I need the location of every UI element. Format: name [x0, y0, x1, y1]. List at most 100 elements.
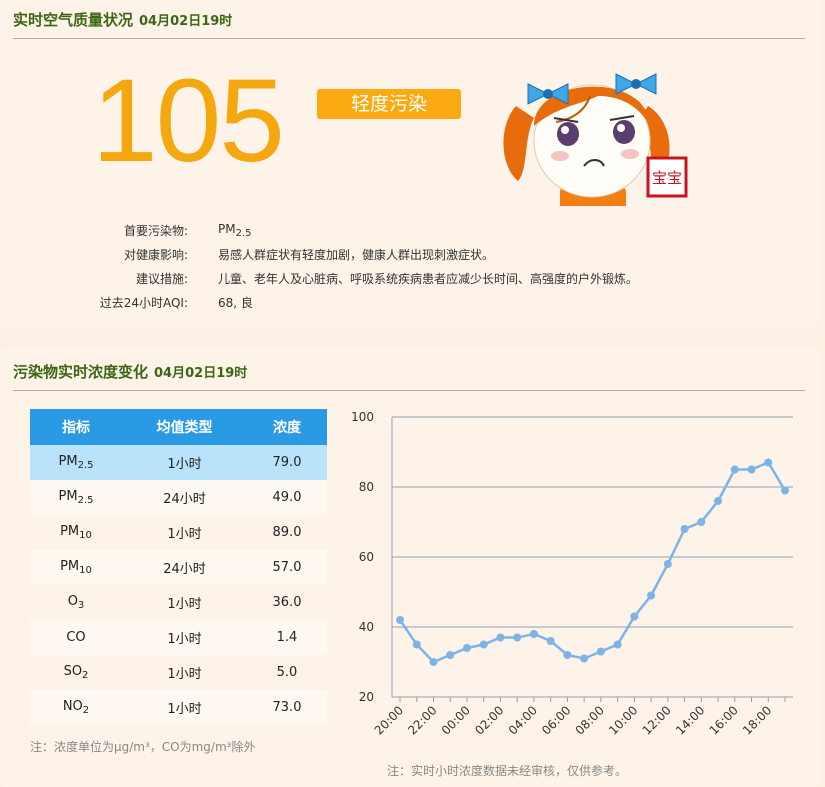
- indicator-sub: 10: [79, 565, 92, 576]
- info-value: 易感人群症状有轻度加剧，健康人群出现刺激症状。: [218, 246, 494, 263]
- table-row[interactable]: SO2 1小时 5.0: [30, 655, 327, 690]
- indicator-sub: 2: [82, 705, 90, 716]
- indicator-main: PM: [60, 524, 80, 539]
- indicator-sub: 2: [82, 670, 89, 681]
- avg-type-cell: 1小时: [122, 585, 247, 620]
- section-title: 污染物实时浓度变化 04月02日19时: [13, 361, 247, 382]
- data-point: [429, 658, 438, 666]
- concentration-cell: 36.0: [247, 585, 327, 620]
- concentration-line-chart: 20 40 60 80 100 20:00 22:00 00:00 02:00 04:00 06:0…: [351, 410, 793, 738]
- avg-type-cell: 1小时: [122, 620, 247, 655]
- data-point: [647, 591, 656, 600]
- avg-type-cell: 1小时: [122, 515, 247, 550]
- concentration-cell: 79.0: [247, 445, 327, 480]
- divider: [13, 38, 805, 39]
- data-point: [546, 637, 555, 645]
- section2-title: 污染物实时浓度变化: [13, 363, 149, 381]
- concentration-cell: 73.0: [247, 690, 327, 725]
- info-label: 建议措施:: [135, 272, 188, 286]
- info-label: 过去24小时AQI:: [99, 296, 188, 310]
- indicator-sub: 10: [79, 530, 92, 541]
- indicator-sub: 3: [77, 600, 85, 611]
- concentration-cell: 5.0: [247, 655, 327, 690]
- table-row[interactable]: O3 1小时 36.0: [30, 585, 327, 620]
- x-tick-label: 10:00: [606, 703, 640, 737]
- girl-mascot-frown-icon: 宝宝: [503, 73, 688, 206]
- info-value-main: 儿童、老年人及心脏病、呼吸系统疾病患者应减少长时间、高强度的户外锻炼。: [218, 272, 639, 286]
- data-point: [747, 465, 756, 474]
- indicator-main: CO: [66, 630, 86, 645]
- data-point: [462, 644, 471, 652]
- data-point: [446, 651, 455, 659]
- avg-type-cell: 1小时: [122, 445, 247, 480]
- table-row[interactable]: PM2.5 24小时 49.0: [30, 480, 327, 515]
- data-point: [396, 616, 404, 624]
- x-tick-label: 16:00: [707, 703, 741, 737]
- page-title: 实时空气质量状况: [13, 11, 134, 29]
- table-row[interactable]: PM10 24小时 57.0: [30, 550, 327, 585]
- data-point: [630, 612, 639, 621]
- table-row[interactable]: PM10 1小时 89.0: [30, 515, 327, 550]
- x-tick-label: 14:00: [673, 703, 707, 737]
- data-point: [596, 647, 605, 656]
- info-value: PM2.5: [218, 222, 252, 239]
- x-tick-label: 00:00: [439, 703, 473, 737]
- y-tick-label: 80: [359, 480, 374, 494]
- aqi-value: 105: [92, 55, 285, 187]
- indicator-cell: O3: [30, 585, 122, 620]
- x-tick-label: 12:00: [640, 703, 674, 737]
- data-point: [697, 518, 706, 526]
- info-value-main: PM: [218, 222, 236, 236]
- indicator-cell: SO2: [30, 655, 122, 690]
- data-point: [412, 640, 421, 649]
- avg-type-cell: 24小时: [122, 480, 247, 515]
- avg-type-cell: 1小时: [122, 655, 247, 690]
- indicator-cell: CO: [30, 620, 122, 655]
- info-value: 68, 良: [218, 294, 253, 311]
- indicator-cell: PM2.5: [30, 445, 122, 480]
- info-label: 对健康影响:: [123, 248, 188, 262]
- stamp-text: 宝宝: [652, 169, 682, 187]
- col-header-value: 浓度: [247, 409, 327, 445]
- data-point: [714, 497, 723, 505]
- concentration-cell: 49.0: [247, 480, 327, 515]
- aqi-level-badge: 轻度污染: [317, 89, 461, 119]
- indicator-main: O: [67, 594, 78, 609]
- header-datetime: 04月02日19时: [139, 14, 233, 29]
- unit-note: 注：浓度单位为μg/m³，CO为mg/m³除外: [30, 740, 256, 754]
- indicator-sub: 2.5: [77, 460, 94, 471]
- x-tick-label: 08:00: [573, 703, 607, 737]
- info-label: 首要污染物:: [123, 224, 188, 238]
- data-point: [663, 560, 672, 568]
- table-header-row: 指标 均值类型 浓度: [30, 409, 327, 445]
- pollutant-table: 指标 均值类型 浓度 PM2.5 1小时 79.0 PM2.5 24小时 49.0 PM10…: [30, 409, 327, 725]
- x-tick-label: 02:00: [472, 703, 506, 737]
- indicator-cell: PM2.5: [30, 480, 122, 515]
- data-point: [613, 640, 622, 649]
- indicator-main: NO: [62, 699, 83, 714]
- info-value-sub: 2.5: [235, 228, 252, 239]
- concentration-cell: 1.4: [247, 620, 327, 655]
- table-row[interactable]: NO2 1小时 73.0: [30, 690, 327, 725]
- concentration-cell: 57.0: [247, 550, 327, 585]
- series-line: [398, 460, 787, 664]
- data-point: [764, 458, 773, 467]
- col-header-type: 均值类型: [122, 409, 247, 445]
- indicator-main: PM: [58, 454, 78, 469]
- info-value-main: 68, 良: [218, 296, 253, 310]
- concentration-cell: 89.0: [247, 515, 327, 550]
- indicator-main: PM: [58, 489, 78, 504]
- data-point: [730, 465, 739, 474]
- x-tick-label: 04:00: [506, 703, 540, 737]
- x-tick-label: 22:00: [405, 703, 439, 737]
- data-point: [580, 654, 589, 663]
- indicator-cell: NO2: [30, 690, 122, 725]
- data-point: [529, 630, 538, 638]
- y-tick-label: 60: [359, 550, 374, 564]
- avg-type-cell: 1小时: [122, 690, 247, 725]
- table-row[interactable]: CO 1小时 1.4: [30, 620, 327, 655]
- y-tick-label: 100: [351, 410, 374, 424]
- realtime-aqi-panel: 实时空气质量状况 04月02日19时 105 轻度污染 宝宝 首要污染物: PM…: [0, 0, 821, 326]
- data-point: [479, 640, 488, 649]
- table-row[interactable]: PM2.5 1小时 79.0: [30, 445, 327, 480]
